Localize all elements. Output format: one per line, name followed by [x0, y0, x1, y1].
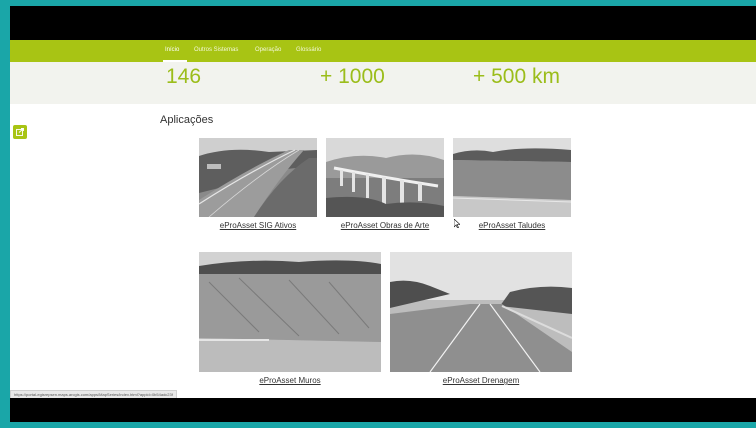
- top-navbar: Início Outros Sistemas Operação Glossári…: [10, 40, 756, 62]
- nav-item-outros-sistemas[interactable]: Outros Sistemas: [194, 47, 238, 53]
- app-thumbnail[interactable]: [390, 252, 572, 372]
- section-title: Aplicações: [160, 114, 214, 126]
- nav-item-operacao[interactable]: Operação: [255, 47, 281, 53]
- frame-left: [0, 0, 10, 428]
- app-link-label[interactable]: eProAsset Obras de Arte: [326, 221, 444, 230]
- app-link-label[interactable]: eProAsset Muros: [199, 376, 381, 385]
- stats-banner: 146 + 1000 + 500 km: [10, 62, 756, 104]
- app-link-label[interactable]: eProAsset SIG Ativos: [199, 221, 317, 230]
- app-thumbnail[interactable]: [453, 138, 571, 217]
- app-thumbnail[interactable]: [326, 138, 444, 217]
- frame-top: [0, 0, 756, 6]
- nav-item-inicio[interactable]: Início: [165, 47, 179, 53]
- browser-viewport: Início Outros Sistemas Operação Glossári…: [10, 40, 756, 398]
- sidebar-app-icon[interactable]: [13, 125, 27, 139]
- stat-value: + 500 km: [473, 65, 560, 88]
- app-thumbnail[interactable]: [199, 138, 317, 217]
- app-card-obras-de-arte[interactable]: eProAsset Obras de Arte: [326, 138, 444, 234]
- stat-value: 146: [166, 65, 202, 88]
- app-card-drenagem[interactable]: eProAsset Drenagem: [390, 252, 572, 388]
- mouse-cursor-icon: [454, 219, 460, 228]
- app-card-sig-ativos[interactable]: eProAsset SIG Ativos: [199, 138, 317, 234]
- nav-item-glossario[interactable]: Glossário: [296, 47, 321, 53]
- app-link-label[interactable]: eProAsset Taludes: [453, 221, 571, 230]
- app-thumbnail[interactable]: [199, 252, 381, 372]
- status-bar-url: https://portal-egisrepsen.maps.arcgis.co…: [10, 390, 177, 398]
- app-link-label[interactable]: eProAsset Drenagem: [390, 376, 572, 385]
- stat-value: + 1000: [320, 65, 385, 88]
- app-card-taludes[interactable]: eProAsset Taludes: [453, 138, 571, 234]
- frame-bottom: [0, 422, 756, 428]
- app-card-muros[interactable]: eProAsset Muros: [199, 252, 381, 388]
